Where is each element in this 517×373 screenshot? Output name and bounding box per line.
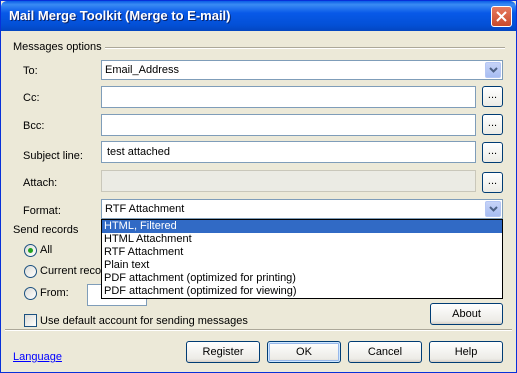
to-value: Email_Address (105, 64, 179, 76)
send-records-label: Send records (13, 224, 79, 236)
default-account-checkbox[interactable] (24, 314, 37, 327)
radio-from[interactable] (24, 287, 37, 300)
format-option[interactable]: HTML Attachment (102, 233, 502, 246)
format-combobox[interactable]: RTF Attachment (101, 199, 503, 219)
format-dropdown-list[interactable]: HTML, Filtered HTML Attachment RTF Attac… (101, 219, 503, 299)
to-combobox[interactable]: Email_Address (101, 60, 503, 80)
attach-browse-button[interactable]: ... (482, 172, 503, 193)
cc-browse-button[interactable]: ... (482, 86, 503, 107)
format-option[interactable]: Plain text (102, 259, 502, 272)
to-dropdown-button[interactable] (485, 62, 501, 78)
window-title: Mail Merge Toolkit (Merge to E-mail) (9, 8, 231, 23)
dialog-body: Messages options To: Email_Address Cc: .… (1, 31, 516, 372)
about-button[interactable]: About (430, 303, 503, 325)
attach-label: Attach: (23, 177, 58, 189)
bcc-browse-button[interactable]: ... (482, 114, 503, 135)
default-account-label: Use default account for sending messages (40, 315, 248, 327)
radio-all[interactable] (24, 244, 37, 257)
format-option[interactable]: HTML, Filtered (102, 220, 502, 233)
register-button[interactable]: Register (186, 341, 260, 363)
to-label: To: (23, 65, 38, 77)
format-option[interactable]: PDF attachment (optimized for printing) (102, 272, 502, 285)
format-label: Format: (23, 205, 61, 217)
footer-divider (5, 329, 512, 331)
cc-field[interactable] (101, 86, 476, 108)
ok-button[interactable]: OK (267, 341, 341, 363)
cancel-button[interactable]: Cancel (348, 341, 422, 363)
close-icon (496, 11, 507, 22)
format-option[interactable]: RTF Attachment (102, 246, 502, 259)
title-bar[interactable]: Mail Merge Toolkit (Merge to E-mail) (1, 1, 516, 31)
dialog-window: Mail Merge Toolkit (Merge to E-mail) Mes… (0, 0, 517, 373)
format-option[interactable]: PDF attachment (optimized for viewing) (102, 285, 502, 298)
radio-current-label: Current recor (40, 265, 105, 277)
subject-label: Subject line: (23, 150, 83, 162)
radio-all-label: All (40, 244, 53, 256)
chevron-down-icon (489, 206, 498, 212)
cc-label: Cc: (23, 92, 40, 104)
subject-browse-button[interactable]: ... (482, 142, 503, 163)
format-dropdown-button[interactable] (485, 201, 501, 217)
messages-options-label: Messages options (13, 41, 102, 53)
radio-current-record[interactable] (24, 265, 37, 278)
help-button[interactable]: Help (429, 341, 503, 363)
format-value: RTF Attachment (105, 203, 185, 215)
radio-from-label: From: (40, 287, 69, 299)
attach-field[interactable] (101, 170, 476, 192)
close-button[interactable] (491, 6, 512, 27)
language-link[interactable]: Language (13, 351, 62, 363)
bcc-label: Bcc: (23, 120, 45, 132)
chevron-down-icon (489, 67, 498, 73)
radio-selected-dot (28, 248, 33, 253)
group-divider (105, 47, 505, 49)
subject-field[interactable]: test attached (101, 141, 476, 163)
bcc-field[interactable] (101, 114, 476, 136)
